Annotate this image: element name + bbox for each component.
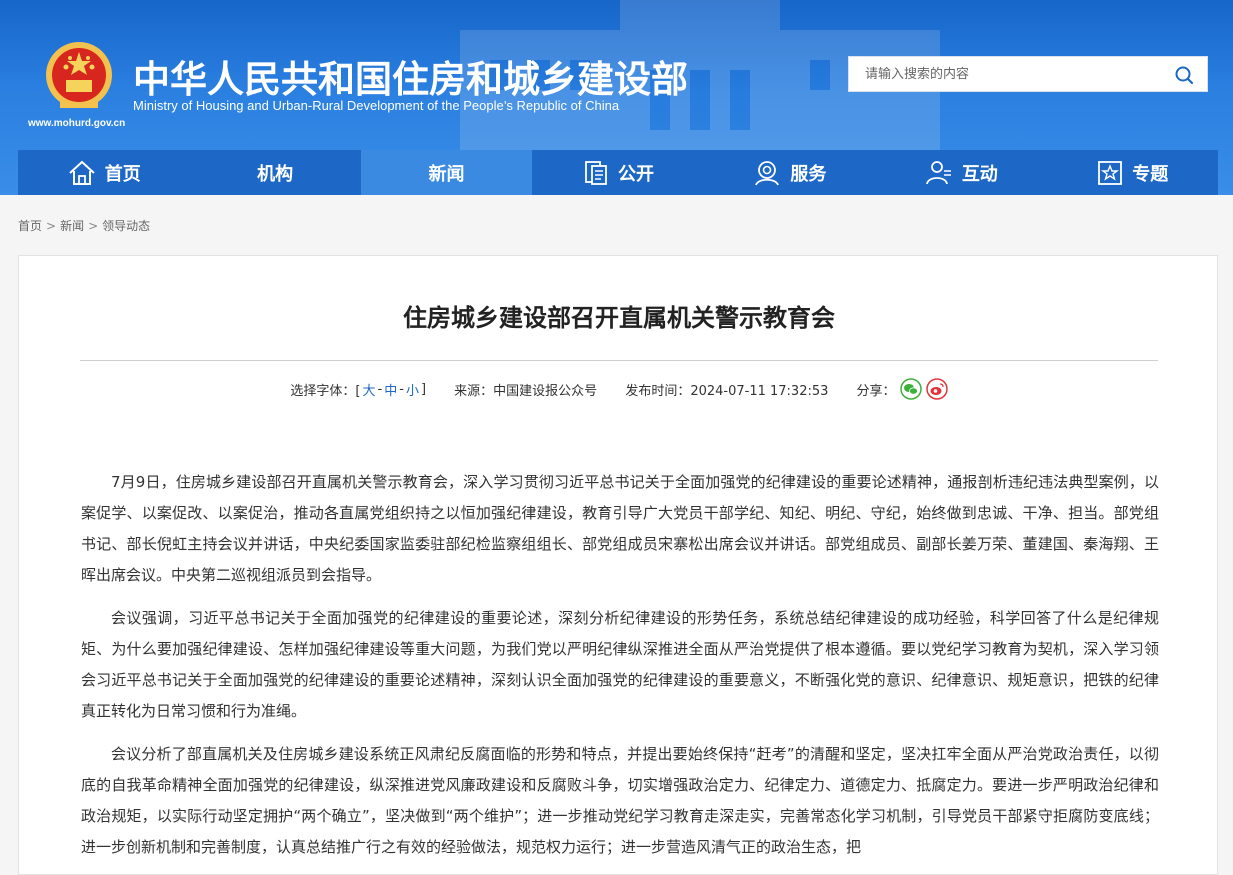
font-medium-button[interactable]: 中: [384, 380, 397, 399]
nav-item-topics[interactable]: 专题: [1047, 150, 1218, 195]
share-group: 分享：: [857, 378, 948, 400]
font-size-label: 选择字体：[: [290, 383, 361, 399]
publish-time: 发布时间：2024-07-11 17:32:53: [625, 383, 829, 399]
breadcrumb-news[interactable]: 新闻: [60, 219, 84, 233]
weibo-icon[interactable]: [925, 378, 948, 400]
nav-item-news[interactable]: 新闻: [360, 150, 533, 195]
font-size-selector: 选择字体：[ 大- 中- 小 ]: [290, 380, 427, 399]
nav-label: 专题: [1132, 163, 1169, 185]
nav-item-interact[interactable]: 互动: [875, 150, 1046, 195]
article-meta: 选择字体：[ 大- 中- 小 ] 来源：中国建设报公众号 发布时间：2024-0…: [19, 378, 1219, 400]
article-source: 来源：中国建设报公众号: [454, 383, 598, 399]
site-url: www.mohurd.gov.cn: [28, 118, 126, 129]
title-divider: [80, 360, 1158, 361]
site-subtitle: Ministry of Housing and Urban-Rural Deve…: [133, 98, 620, 113]
breadcrumb-separator: >: [46, 219, 57, 233]
share-label: 分享：: [856, 383, 896, 399]
paragraph: 会议强调，习近平总书记关于全面加强党的纪律建设的重要论述，深刻分析纪律建设的形势…: [81, 609, 1159, 720]
font-small-button[interactable]: 小: [406, 380, 419, 399]
nav-item-service[interactable]: 服务: [704, 150, 875, 195]
breadcrumb-leaders[interactable]: 领导动态: [102, 219, 150, 233]
service-icon: [755, 160, 780, 185]
nav-label: 新闻: [428, 163, 465, 185]
nav-item-home[interactable]: 首页: [18, 150, 189, 195]
font-size-close: ]: [420, 381, 427, 397]
breadcrumb-home[interactable]: 首页: [18, 219, 42, 233]
search-input[interactable]: [849, 57, 1169, 91]
star-box-icon: [1098, 160, 1123, 185]
home-icon: [69, 160, 95, 185]
nav-label: 首页: [104, 163, 141, 185]
search-box: [848, 56, 1208, 92]
nav-item-org[interactable]: 机构: [189, 150, 360, 195]
nav-label: 机构: [257, 163, 294, 185]
nav-item-public[interactable]: 公开: [532, 150, 703, 195]
national-emblem-icon: [46, 42, 112, 108]
site-title: 中华人民共和国住房和城乡建设部: [133, 58, 688, 101]
nav-label: 服务: [790, 163, 827, 185]
font-large-button[interactable]: 大: [363, 380, 376, 399]
paragraph: 7月9日，住房城乡建设部召开直属机关警示教育会，深入学习贯彻习近平总书记关于全面…: [81, 473, 1159, 584]
document-icon: [585, 160, 607, 185]
article-title: 住房城乡建设部召开直属机关警示教育会: [403, 304, 835, 332]
article-body: 7月9日，住房城乡建设部召开直属机关警示教育会，深入学习贯彻习近平总书记关于全面…: [81, 467, 1159, 875]
main-nav: 首页 机构 新闻 公开 服务 互动 专题: [18, 150, 1218, 195]
nav-label: 公开: [617, 163, 654, 185]
nav-label: 互动: [961, 163, 998, 185]
article-panel: 住房城乡建设部召开直属机关警示教育会 选择字体：[ 大- 中- 小 ] 来源：中…: [18, 255, 1218, 875]
wechat-icon[interactable]: [899, 378, 922, 400]
breadcrumb-separator: >: [88, 219, 99, 233]
interact-icon: [925, 160, 951, 184]
search-icon[interactable]: [1173, 64, 1195, 86]
breadcrumb: 首页 > 新闻 > 领导动态: [18, 217, 150, 234]
paragraph: 会议分析了部直属机关及住房城乡建设系统正风肃纪反腐面临的形势和特点，并提出要始终…: [81, 745, 1159, 856]
